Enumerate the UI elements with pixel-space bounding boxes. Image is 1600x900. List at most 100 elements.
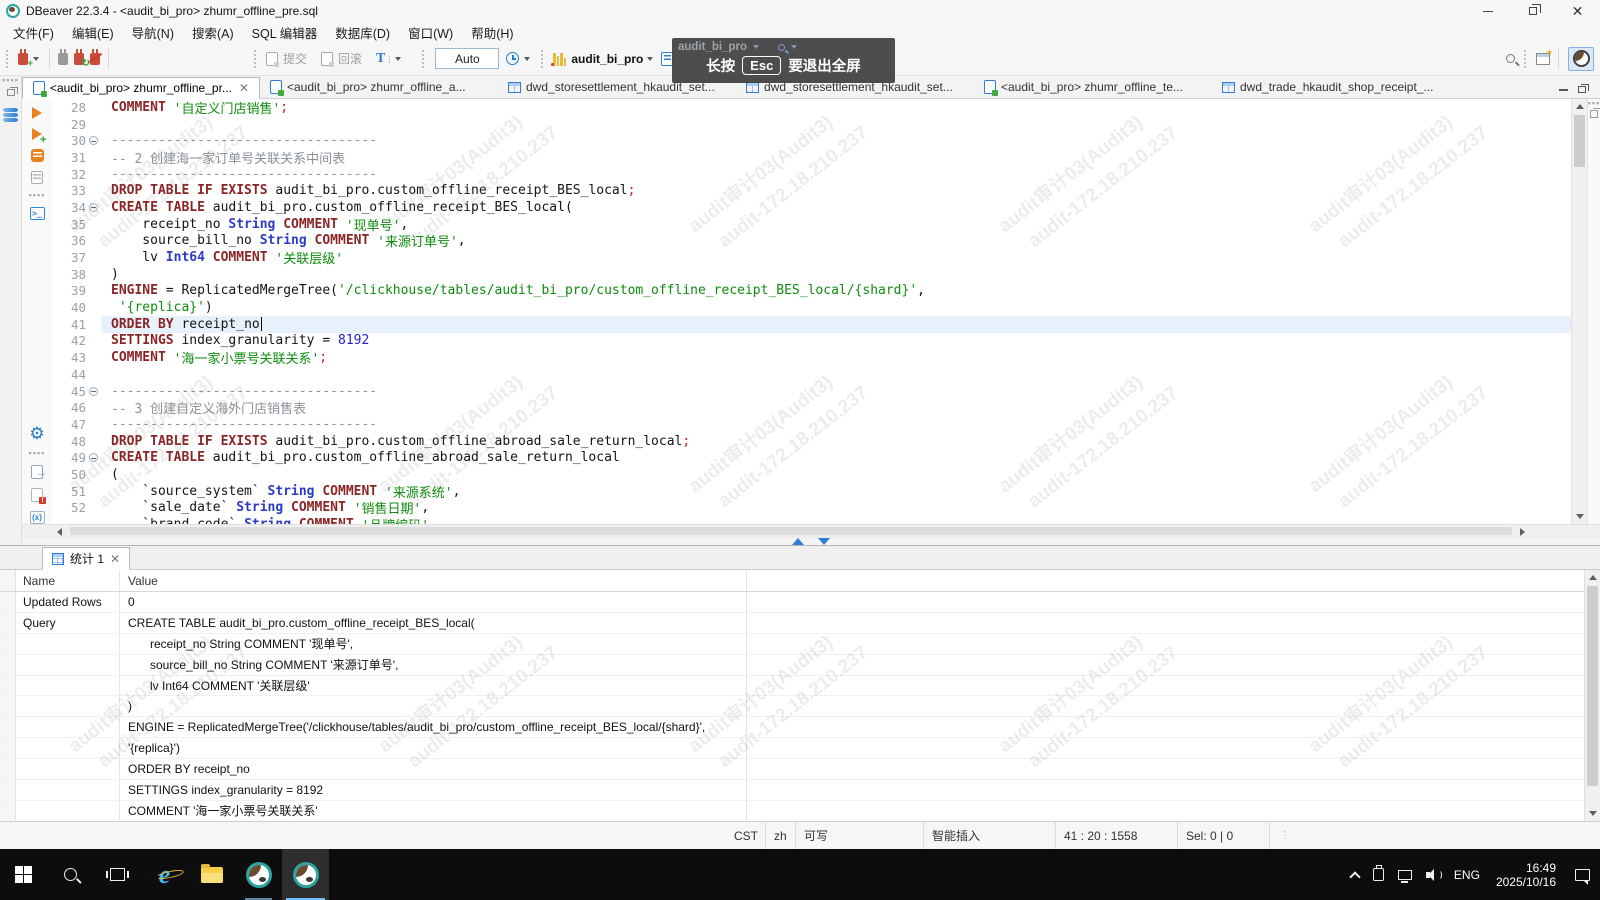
menu-item-3[interactable]: 搜索(A) [183, 23, 243, 42]
fold-collapse-icon[interactable] [89, 203, 98, 212]
scroll-left-arrow[interactable] [57, 528, 62, 536]
disconnect-icon[interactable] [90, 53, 100, 65]
commit-button[interactable]: 提交 [283, 50, 307, 67]
connection-dropdown[interactable] [647, 57, 653, 61]
fold-collapse-icon[interactable] [89, 453, 98, 462]
grid-row[interactable]: receipt_no String COMMENT '现单号', [0, 634, 1584, 655]
database-navigator-icon[interactable] [3, 108, 18, 122]
grid-row[interactable]: '{replica}') [0, 738, 1584, 759]
scroll-up-arrow[interactable] [1576, 104, 1584, 109]
file-explorer-button[interactable] [188, 849, 235, 900]
menu-item-5[interactable]: 数据库(D) [326, 23, 399, 42]
transaction-mode-icon[interactable]: T⋮ [376, 51, 393, 67]
scroll-down-arrow[interactable] [1576, 514, 1584, 519]
grid-row[interactable]: ) [0, 696, 1584, 717]
transaction-log-icon[interactable] [506, 52, 519, 65]
grid-row[interactable]: COMMENT '海一家小票号关联关系' [0, 801, 1584, 821]
results-vertical-scrollbar[interactable] [1584, 570, 1600, 821]
dbeaver-taskbar-button[interactable] [235, 849, 282, 900]
editor-horizontal-scrollbar[interactable] [22, 524, 1600, 537]
scroll-up-arrow[interactable] [1589, 575, 1597, 580]
close-button[interactable]: ✕ [1555, 0, 1600, 22]
grid-row[interactable]: SETTINGS index_granularity = 8192 [0, 780, 1584, 801]
menu-item-4[interactable]: SQL 编辑器 [243, 23, 327, 42]
sql-code-editor[interactable]: 28COMMENT '自定义门店销售';2930----------------… [52, 99, 1571, 524]
grid-row[interactable]: source_bill_no String COMMENT '来源订单号', [0, 655, 1584, 676]
restore-button[interactable] [1510, 0, 1555, 22]
editor-tab-4[interactable]: <audit_bi_pro> zhumr_offline_te... [974, 76, 1212, 98]
rollback-icon[interactable] [321, 52, 333, 66]
column-header-name[interactable]: Name [16, 570, 120, 591]
search-icon[interactable] [1506, 54, 1515, 63]
statistics-tab[interactable]: 统计 1 ✕ [42, 547, 130, 570]
connect-icon[interactable] [58, 53, 68, 65]
language-indicator[interactable]: ENG [1447, 849, 1487, 900]
dbeaver-active-taskbar-button[interactable] [282, 849, 329, 900]
parameters-icon[interactable]: (x) [30, 511, 45, 524]
fold-collapse-icon[interactable] [89, 387, 98, 396]
grid-row[interactable]: Updated Rows0 [0, 592, 1584, 613]
results-panel: 统计 1 ✕ NameValueUpdated Rows0QueryCREATE… [0, 545, 1600, 821]
network-tray-icon[interactable] [1391, 849, 1419, 900]
export-script-icon[interactable] [31, 465, 43, 479]
editor-results-sash[interactable] [22, 537, 1600, 545]
menu-item-7[interactable]: 帮助(H) [462, 23, 522, 42]
scroll-down-arrow[interactable] [1589, 811, 1597, 816]
open-perspective-icon[interactable] [1536, 53, 1550, 65]
explain-plan-icon[interactable] [31, 171, 43, 184]
usb-tray-icon[interactable] [1366, 849, 1391, 900]
execute-new-tab-icon[interactable] [32, 128, 42, 140]
minimize-editor-icon[interactable] [1559, 89, 1568, 91]
grid-row[interactable]: ENGINE = ReplicatedMergeTree('/clickhous… [0, 717, 1584, 738]
restore-panel-icon[interactable] [1590, 110, 1598, 118]
connection-selector[interactable]: audit_bi_pro [571, 52, 643, 66]
maximize-results-icon[interactable] [818, 538, 830, 545]
autocommit-select[interactable]: Auto [435, 48, 499, 69]
reconnect-icon[interactable]: ↻ [74, 53, 84, 65]
scroll-right-arrow[interactable] [1520, 528, 1525, 536]
close-tab-icon[interactable]: ✕ [239, 81, 249, 95]
open-console-icon[interactable]: >_ [30, 207, 45, 220]
menu-item-1[interactable]: 编辑(E) [63, 23, 123, 42]
script-errors-icon[interactable] [31, 488, 43, 502]
restore-editor-icon[interactable] [1578, 86, 1586, 93]
execute-script-icon[interactable] [31, 149, 44, 162]
transaction-dropdown[interactable] [395, 57, 401, 61]
task-view-button[interactable] [94, 849, 141, 900]
editor-tab-1[interactable]: <audit_bi_pro> zhumr_offline_a... [260, 76, 498, 98]
menu-item-2[interactable]: 导航(N) [123, 23, 183, 42]
show-hidden-icons-chevron[interactable] [1344, 849, 1366, 900]
menu-item-0[interactable]: 文件(F) [4, 23, 63, 42]
action-center-icon[interactable] [1575, 869, 1590, 881]
new-connection-icon[interactable]: + [18, 53, 28, 65]
dbeaver-perspective-button[interactable] [1568, 47, 1594, 71]
editor-vertical-scrollbar[interactable] [1571, 99, 1587, 524]
editor-tab-5[interactable]: dwd_trade_hkaudit_shop_receipt_... [1212, 76, 1450, 98]
scrollbar-thumb[interactable] [1574, 115, 1585, 167]
column-header-value[interactable]: Value [120, 570, 747, 591]
close-tab-icon[interactable]: ✕ [110, 552, 120, 566]
scrollbar-thumb[interactable] [1587, 586, 1598, 786]
menu-item-6[interactable]: 窗口(W) [399, 23, 462, 42]
transaction-log-dropdown[interactable] [524, 57, 530, 61]
commit-icon[interactable] [266, 52, 278, 66]
taskbar-clock[interactable]: 16:49 2025/10/16 [1487, 861, 1565, 889]
scrollbar-thumb[interactable] [70, 527, 1512, 535]
database-connection-icon[interactable] [553, 52, 566, 66]
internet-explorer-button[interactable]: e [141, 849, 188, 900]
new-connection-dropdown[interactable] [33, 57, 39, 61]
minimize-button[interactable] [1465, 0, 1510, 22]
rollback-button[interactable]: 回滚 [338, 50, 362, 67]
restore-panel-icon[interactable] [7, 89, 15, 96]
execute-statement-icon[interactable] [32, 107, 42, 119]
start-button[interactable] [0, 849, 47, 900]
settings-gear-icon[interactable]: ⚙ [29, 425, 44, 442]
volume-tray-icon[interactable] [1419, 849, 1447, 900]
editor-tab-0[interactable]: <audit_bi_pro> zhumr_offline_pr...✕ [22, 77, 260, 99]
fold-collapse-icon[interactable] [89, 136, 98, 145]
maximize-editor-icon[interactable] [792, 538, 804, 545]
taskbar-search-button[interactable] [47, 849, 94, 900]
grid-row[interactable]: lv Int64 COMMENT '关联层级' [0, 676, 1584, 697]
grid-row[interactable]: QueryCREATE TABLE audit_bi_pro.custom_of… [0, 613, 1584, 634]
grid-row[interactable]: ORDER BY receipt_no [0, 759, 1584, 780]
